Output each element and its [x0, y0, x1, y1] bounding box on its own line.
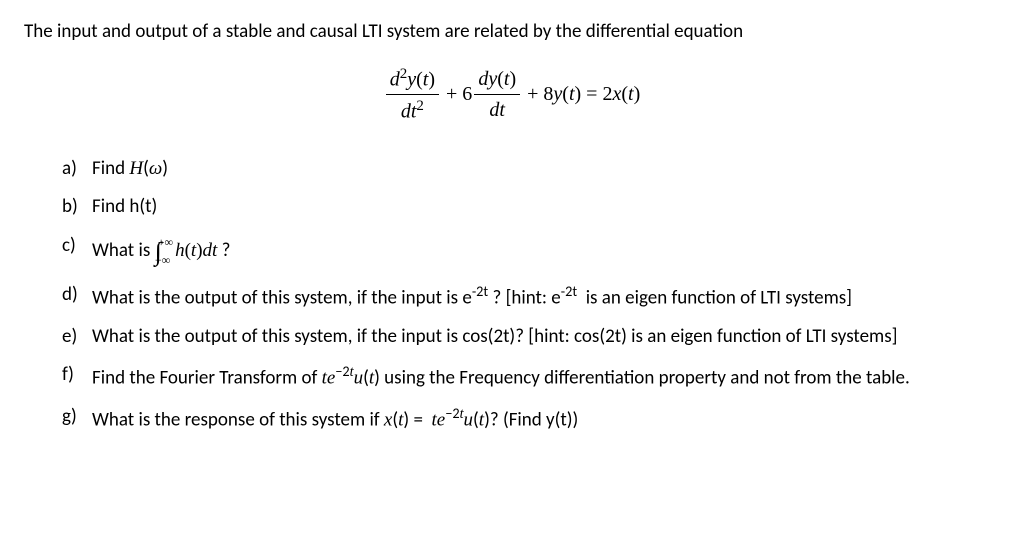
- item-content: Find H(ω): [92, 155, 1000, 184]
- item-content: Find the Fourier Transform of te−2tu(t) …: [92, 361, 1000, 393]
- item-content: What is the output of this system, if th…: [92, 323, 1000, 352]
- item-label: f): [62, 361, 92, 393]
- item-label: b): [62, 193, 92, 222]
- item-label: e): [62, 323, 92, 352]
- list-item: g) What is the response of this system i…: [62, 403, 1000, 435]
- list-item: e) What is the output of this system, if…: [62, 323, 1000, 352]
- differential-equation: d2y(t)dt2 + 6dy(t)dt + 8y(t) = 2x(t): [24, 63, 1000, 127]
- intro-text: The input and output of a stable and cau…: [24, 18, 1000, 47]
- list-item: c) What is ∫+∞−∞ h(t)dt ?: [62, 232, 1000, 271]
- item-content: What is ∫+∞−∞ h(t)dt ?: [92, 232, 1000, 271]
- question-list: a) Find H(ω) b) Find h(t) c) What is ∫+∞…: [24, 155, 1000, 435]
- item-label: g): [62, 403, 92, 435]
- item-label: c): [62, 232, 92, 271]
- list-item: f) Find the Fourier Transform of te−2tu(…: [62, 361, 1000, 393]
- list-item: d) What is the output of this system, if…: [62, 281, 1000, 313]
- list-item: b) Find h(t): [62, 193, 1000, 222]
- item-label: d): [62, 281, 92, 313]
- item-content: What is the response of this system if x…: [92, 403, 1000, 435]
- item-content: What is the output of this system, if th…: [92, 281, 1000, 313]
- list-item: a) Find H(ω): [62, 155, 1000, 184]
- item-content: Find h(t): [92, 193, 1000, 222]
- item-label: a): [62, 155, 92, 184]
